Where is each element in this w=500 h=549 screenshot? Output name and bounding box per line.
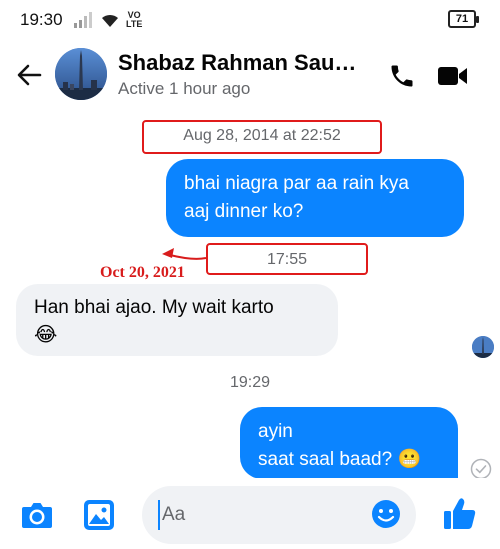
message-input-wrapper <box>142 486 416 544</box>
back-button[interactable] <box>14 60 44 90</box>
message-composer <box>0 478 500 549</box>
emoji-button[interactable] <box>370 498 402 530</box>
outgoing-message[interactable]: bhai niagra par aa rain kya aaj dinner k… <box>166 159 464 237</box>
thumbs-up-icon <box>444 498 476 529</box>
signal-icon <box>74 12 92 28</box>
gallery-icon <box>84 500 114 530</box>
message-input[interactable] <box>158 500 358 530</box>
incoming-message[interactable]: Han bhai ajao. My wait karto 😂 <box>16 284 338 356</box>
status-bar: 19:30 VO LTE 71 <box>0 0 500 40</box>
like-button[interactable] <box>442 496 478 532</box>
emoji-icon <box>372 500 400 528</box>
chat-header: Shabaz Rahman Saud… Active 1 hour ago <box>0 40 500 112</box>
seen-avatar <box>472 336 494 358</box>
video-call-button[interactable] <box>436 60 470 92</box>
contact-status: Active 1 hour ago <box>118 79 251 98</box>
voice-call-button[interactable] <box>386 60 418 92</box>
volte-indicator: VO LTE <box>126 10 143 29</box>
back-arrow-icon <box>17 64 42 86</box>
contact-avatar[interactable] <box>55 48 107 100</box>
camera-button[interactable] <box>20 498 54 532</box>
battery-icon: 71 <box>448 10 479 28</box>
status-icons: VO LTE <box>74 8 142 32</box>
message-timestamp: 17:55 <box>266 251 308 268</box>
contact-name[interactable]: Shabaz Rahman Saud… <box>118 50 368 76</box>
outgoing-message[interactable]: ayin saat saal baad? 😬 <box>240 407 458 479</box>
annotation-date: Oct 20, 2021 <box>100 264 185 281</box>
camera-icon <box>22 503 52 528</box>
grimacing-emoji: 😬 <box>397 449 422 470</box>
wifi-icon <box>102 14 118 27</box>
status-time: 19:30 <box>20 10 63 29</box>
gallery-button[interactable] <box>82 498 116 532</box>
message-timestamp: Aug 28, 2014 at 22:52 <box>183 127 341 144</box>
video-camera-icon <box>438 67 467 85</box>
phone-icon <box>391 65 413 87</box>
message-timestamp: 19:29 <box>229 374 271 391</box>
delivered-check-icon <box>470 458 492 480</box>
battery-level: 71 <box>455 13 469 25</box>
laughing-emoji: 😂 <box>34 324 58 346</box>
